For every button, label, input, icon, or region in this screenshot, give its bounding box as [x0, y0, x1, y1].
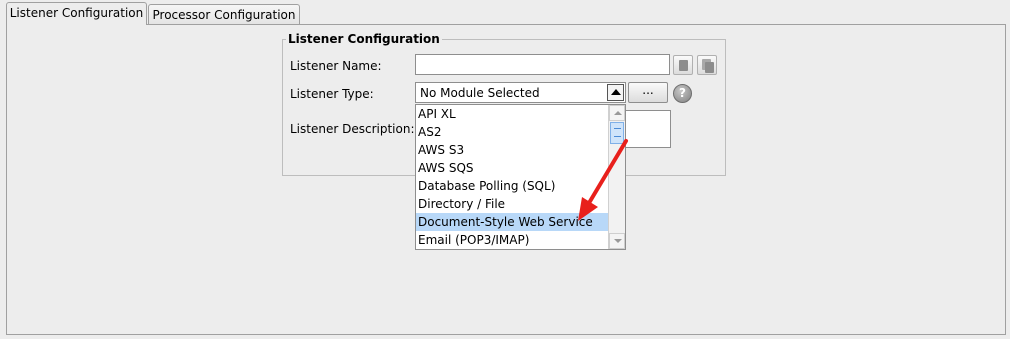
tab-bar: Listener Configuration Processor Configu… — [0, 0, 1010, 25]
dropdown-item-database-polling[interactable]: Database Polling (SQL) — [416, 177, 608, 195]
tab-listener-configuration[interactable]: Listener Configuration — [6, 2, 147, 25]
listener-name-label: Listener Name: — [290, 59, 382, 73]
help-icon[interactable]: ? — [673, 84, 692, 103]
dropdown-item-email[interactable]: Email (POP3/IMAP) — [416, 231, 608, 249]
chevron-up-icon[interactable] — [607, 84, 624, 101]
dropdown-item-as2[interactable]: AS2 — [416, 123, 608, 141]
listener-type-value: No Module Selected — [420, 86, 540, 100]
listener-type-select[interactable]: No Module Selected — [415, 82, 626, 103]
copy-button[interactable] — [673, 55, 693, 75]
scroll-down-icon[interactable] — [609, 233, 625, 249]
dropdown-item-directory-file[interactable]: Directory / File — [416, 195, 608, 213]
listener-type-label: Listener Type: — [290, 87, 374, 101]
copy-icon — [679, 60, 688, 71]
dropdown-item-aws-s3[interactable]: AWS S3 — [416, 141, 608, 159]
scroll-up-icon[interactable] — [609, 105, 625, 121]
scroll-thumb[interactable] — [610, 122, 624, 144]
tab-processor-configuration[interactable]: Processor Configuration — [148, 4, 300, 24]
listener-description-label: Listener Description: — [290, 122, 415, 136]
paste-button[interactable] — [697, 55, 717, 75]
listener-type-dropdown[interactable]: API XL AS2 AWS S3 AWS SQS Database Polli… — [415, 104, 626, 250]
listener-name-input[interactable] — [415, 54, 670, 75]
dropdown-item-aws-sqs[interactable]: AWS SQS — [416, 159, 608, 177]
group-title: Listener Configuration — [286, 32, 442, 46]
dropdown-item-api-xl[interactable]: API XL — [416, 105, 608, 123]
dropdown-scrollbar[interactable] — [608, 105, 625, 249]
browse-button[interactable]: ... — [628, 82, 668, 103]
dropdown-item-document-style-web-service[interactable]: Document-Style Web Service — [416, 213, 608, 231]
